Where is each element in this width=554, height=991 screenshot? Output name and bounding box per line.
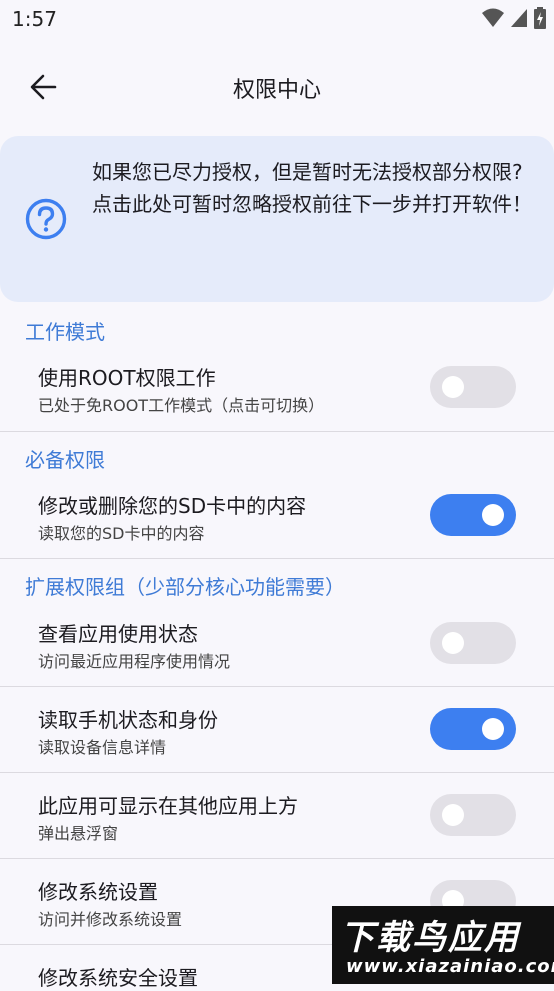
battery-icon [534, 7, 546, 29]
wifi-icon [482, 8, 504, 27]
section-title-extended: 扩展权限组（少部分核心功能需要） [25, 575, 345, 599]
watermark-title: 下载鸟应用 [340, 918, 520, 958]
divider [0, 431, 554, 432]
permission-description: 已处于免ROOT工作模式（点击可切换） [38, 396, 325, 415]
permission-row-overlay[interactable]: 此应用可显示在其他应用上方 弹出悬浮窗 [0, 784, 554, 858]
watermark-logo: 下载鸟应用 www.xiazainiao.com [332, 906, 554, 984]
page-title: 权限中心 [232, 78, 321, 103]
permission-description: 弹出悬浮窗 [38, 824, 119, 843]
permission-label: 使用ROOT权限工作 [38, 366, 216, 390]
divider [0, 858, 554, 859]
status-time: 1:57 [12, 7, 57, 31]
usage-stats-toggle[interactable] [430, 622, 516, 664]
divider [0, 558, 554, 559]
divider [0, 772, 554, 773]
permission-row-sd-card[interactable]: 修改或删除您的SD卡中的内容 读取您的SD卡中的内容 [0, 484, 554, 558]
notice-text: 如果您已尽力授权，但是暂时无法授权部分权限? 点击此处可暂时忽略授权前往下一步并… [92, 160, 532, 216]
permission-label: 此应用可显示在其他应用上方 [38, 794, 298, 818]
phone-state-toggle[interactable] [430, 708, 516, 750]
permission-description: 读取您的SD卡中的内容 [38, 524, 205, 543]
permission-label: 查看应用使用状态 [38, 622, 198, 646]
permission-label: 修改系统设置 [38, 880, 158, 904]
permission-description: 读取设备信息详情 [38, 738, 167, 757]
section-title-work-mode: 工作模式 [25, 320, 105, 344]
app-bar: 权限中心 [0, 52, 554, 122]
overlay-toggle[interactable] [430, 794, 516, 836]
permission-row-phone-state[interactable]: 读取手机状态和身份 读取设备信息详情 [0, 698, 554, 772]
divider [0, 686, 554, 687]
cell-signal-icon [511, 9, 527, 27]
sd-card-toggle[interactable] [430, 494, 516, 536]
section-title-required: 必备权限 [25, 448, 105, 472]
watermark-url: www.xiazainiao.com [346, 956, 554, 977]
status-icons [482, 7, 546, 29]
permission-row-root[interactable]: 使用ROOT权限工作 已处于免ROOT工作模式（点击可切换） [0, 356, 554, 432]
permission-label: 读取手机状态和身份 [38, 708, 218, 732]
permission-description: 访问最近应用程序使用情况 [38, 652, 231, 671]
help-icon [25, 198, 67, 240]
permission-row-usage-stats[interactable]: 查看应用使用状态 访问最近应用程序使用情况 [0, 612, 554, 686]
status-bar: 1:57 [0, 0, 554, 38]
skip-permission-notice[interactable]: 如果您已尽力授权，但是暂时无法授权部分权限? 点击此处可暂时忽略授权前往下一步并… [0, 136, 554, 302]
permission-label: 修改或删除您的SD卡中的内容 [38, 494, 307, 518]
root-toggle[interactable] [430, 366, 516, 408]
permission-description: 访问并修改系统设置 [38, 910, 183, 929]
permission-label: 修改系统安全设置 [38, 966, 198, 990]
